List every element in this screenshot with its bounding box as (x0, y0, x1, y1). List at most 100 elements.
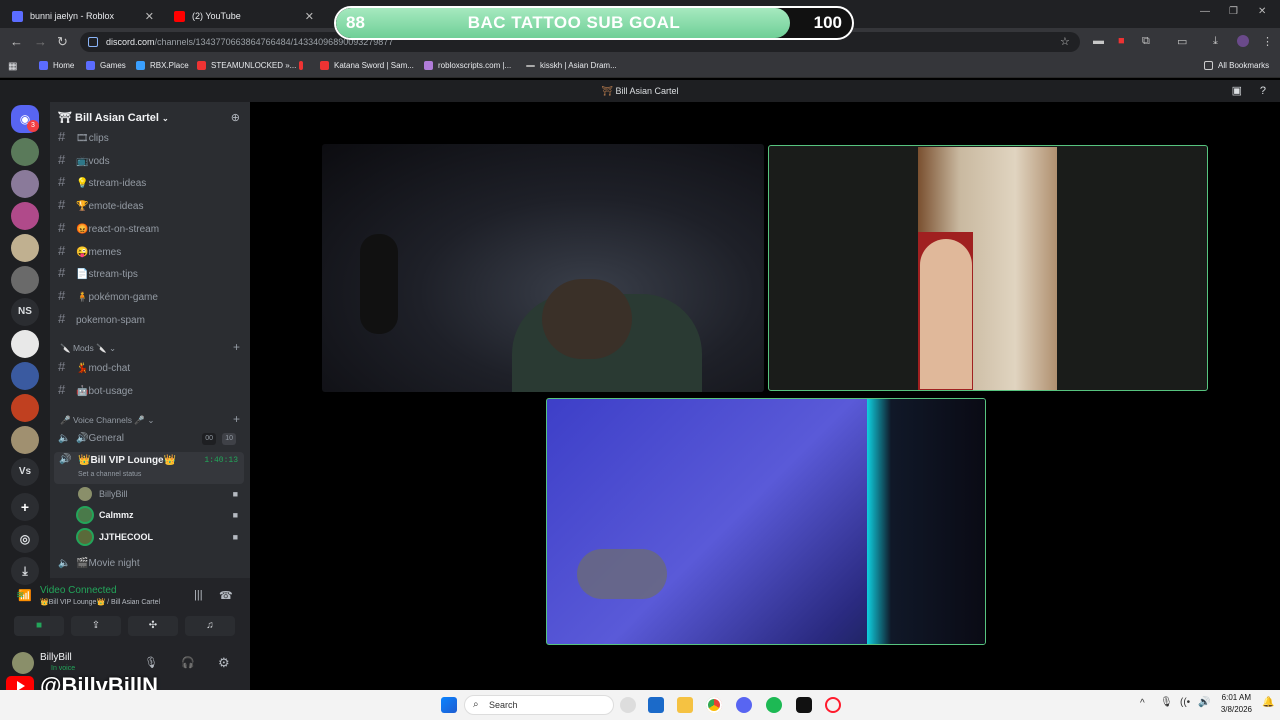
connection-signal-icon[interactable]: ≋ (16, 590, 24, 601)
microphone-icon[interactable]: 🎙 (144, 656, 158, 669)
screen-share-button[interactable]: ⇪ (71, 616, 121, 636)
settings-gear-icon[interactable]: ⚙ (218, 655, 230, 671)
channel-emote-ideas[interactable]: # 🏆emote-ideas (58, 195, 244, 215)
file-explorer-icon[interactable] (677, 697, 693, 713)
disconnect-icon[interactable]: ☎ (219, 589, 233, 602)
windows-start-icon[interactable] (441, 697, 457, 713)
forward-icon[interactable]: → (34, 34, 47, 49)
volume-icon[interactable]: 🔊 (1198, 697, 1210, 708)
roblox-icon[interactable] (796, 697, 812, 713)
channel-stream-ideas[interactable]: # 💡stream-ideas (58, 172, 244, 192)
clock-time[interactable]: 6:01 AM (1217, 693, 1251, 702)
channel-bot-usage[interactable]: # 🤖bot-usage (58, 380, 244, 400)
menu-icon[interactable]: ⋮ (1262, 35, 1273, 48)
video-tile-billybill[interactable] (322, 144, 764, 392)
help-icon[interactable]: ? (1260, 80, 1266, 102)
activities-button[interactable]: ✣ (128, 616, 178, 636)
browser-tab-roblox[interactable]: bunni jaelyn - Roblox ✕ (0, 4, 162, 28)
server-icon[interactable] (11, 138, 39, 166)
add-server-icon[interactable]: + (11, 493, 39, 521)
widgets-icon[interactable] (648, 697, 664, 713)
invite-icon[interactable]: ⊕ (231, 111, 240, 124)
channel-pokemon-spam[interactable]: # pokemon-spam (58, 309, 244, 329)
bookmark-robloxscripts[interactable]: robloxscripts.com |... (424, 61, 511, 70)
video-tile-calmmz[interactable] (768, 145, 1208, 391)
soundboard-button[interactable]: ♫ (185, 616, 235, 636)
channel-react-on-stream[interactable]: # 😡react-on-stream (58, 218, 244, 238)
back-icon[interactable]: ← (10, 34, 23, 49)
voice-user-calmmz[interactable]: Calmmz (78, 506, 134, 524)
bookmark-katana-sword[interactable]: Katana Sword | Sam... (320, 61, 414, 70)
all-bookmarks[interactable]: All Bookmarks (1204, 61, 1269, 70)
opera-gx-icon[interactable] (825, 697, 841, 713)
server-icon[interactable] (11, 362, 39, 390)
cast-icon[interactable]: ▭ (1177, 35, 1187, 48)
task-view-icon[interactable] (620, 697, 636, 713)
bookmark-kisskh[interactable]: kisskh | Asian Dram... (526, 61, 617, 70)
server-icon[interactable] (11, 394, 39, 422)
server-icon[interactable] (11, 426, 39, 454)
add-channel-icon[interactable]: + (233, 412, 240, 426)
server-icon[interactable] (11, 202, 39, 230)
discord-taskbar-icon[interactable] (736, 697, 752, 713)
bookmark-steamunlocked[interactable]: STEAMUNLOCKED »... (197, 61, 296, 70)
video-tile-jjthecool[interactable] (546, 398, 986, 645)
channel-stream-tips[interactable]: # 📄stream-tips (58, 263, 244, 283)
microphone-tray-icon[interactable]: 🎙 (1160, 697, 1173, 708)
bookmark-games[interactable]: Games (86, 61, 126, 70)
channel-mod-chat[interactable]: # 💃mod-chat (58, 357, 244, 377)
minimize-icon[interactable]: — (1200, 6, 1210, 17)
close-window-icon[interactable]: ✕ (1258, 6, 1266, 17)
user-avatar[interactable] (12, 652, 34, 674)
download-apps-icon[interactable]: ⤓ (11, 557, 39, 585)
bookmark-home[interactable]: Home (39, 61, 74, 70)
category-mods[interactable]: 🔪 Mods 🔪 ⌄ (60, 343, 116, 354)
wifi-icon[interactable]: ((• (1180, 697, 1190, 708)
spotify-icon[interactable] (766, 697, 782, 713)
channel-clips[interactable]: # 🎞clips (58, 127, 244, 147)
server-icon-vs[interactable]: Vs (11, 458, 39, 486)
server-header[interactable]: ⛩ Bill Asian Cartel ⌄ (58, 111, 169, 124)
browser-tab-youtube[interactable]: (2) YouTube ✕ (162, 4, 322, 28)
channel-vods[interactable]: # 📺vods (58, 150, 244, 170)
notifications-icon[interactable]: 🔔 (1262, 697, 1274, 708)
close-tab-icon[interactable]: ✕ (305, 10, 314, 23)
bookmark-star-icon[interactable]: ☆ (1060, 35, 1070, 48)
category-voice[interactable]: 🎤 Voice Channels 🎤 ⌄ (60, 415, 154, 426)
restore-icon[interactable]: ❐ (1229, 6, 1238, 17)
bookmark-rbx-place[interactable]: RBX.Place (136, 61, 189, 70)
extensions-puzzle-icon[interactable]: ⧉ (1142, 35, 1150, 48)
close-tab-icon[interactable]: ✕ (145, 10, 154, 23)
voice-user-billybill[interactable]: BillyBill (78, 485, 128, 503)
voice-channel-vip-lounge[interactable]: 🔊 👑Bill VIP Lounge👑 1:40:13 Set a channe… (54, 452, 244, 484)
bookmark-unnamed[interactable] (299, 61, 308, 70)
server-icon[interactable] (11, 330, 39, 358)
channel-pok-mon-game[interactable]: # 🧍pokémon-game (58, 286, 244, 306)
channel-memes[interactable]: # 😜memes (58, 241, 244, 261)
server-icon[interactable] (11, 234, 39, 262)
chrome-icon[interactable] (706, 697, 722, 713)
connection-location[interactable]: 👑Bill VIP Lounge👑 / Bill Asian Cartel (40, 598, 160, 606)
channel-status-prompt[interactable]: Set a channel status (78, 471, 141, 478)
noise-suppression-icon[interactable]: ||| (194, 589, 203, 601)
taskbar-search[interactable]: ⌕ Search (464, 695, 614, 715)
voice-channel-general[interactable]: 🔈 🔊General 00 10 (58, 429, 244, 449)
voice-channel-movie-night[interactable]: 🔈 🎬Movie night (58, 554, 244, 574)
server-icon[interactable] (11, 170, 39, 198)
discover-icon[interactable]: ◎ (11, 525, 39, 553)
profile-avatar[interactable] (1237, 35, 1249, 47)
server-icon-ns[interactable]: NS (11, 298, 39, 326)
headphones-icon[interactable]: 🎧 (181, 656, 195, 669)
clock-date[interactable]: 3/8/2026 (1214, 705, 1252, 714)
reload-icon[interactable]: ↻ (57, 34, 68, 50)
add-channel-icon[interactable]: + (233, 340, 240, 354)
site-info-icon[interactable] (88, 37, 98, 47)
inbox-icon[interactable]: ▣ (1232, 80, 1242, 102)
server-icon[interactable] (11, 266, 39, 294)
voice-user-jjthecool[interactable]: JJTHECOOL (78, 528, 153, 546)
download-icon[interactable]: ⤓ (1213, 35, 1218, 48)
apps-grid-icon[interactable]: ▦ (8, 61, 17, 72)
extension-icon[interactable]: ▬ (1093, 35, 1104, 47)
camera-button[interactable]: ■ (14, 616, 64, 636)
show-hidden-icons[interactable]: ^ (1140, 698, 1145, 709)
